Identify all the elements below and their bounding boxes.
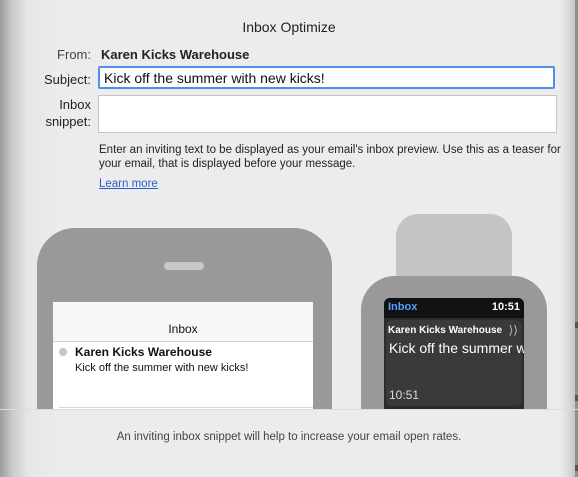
phone-preview: Inbox Karen Kicks Warehouse Kick off the… xyxy=(37,228,332,410)
phone-subject: Kick off the summer with new kicks! xyxy=(75,362,249,374)
phone-list-divider xyxy=(59,407,313,408)
phone-speaker xyxy=(164,262,204,270)
learn-more-link[interactable]: Learn more xyxy=(99,178,158,190)
double-chevron-right-icon: ⟩⟩ xyxy=(508,323,518,337)
snippet-input[interactable] xyxy=(98,95,557,133)
watch-strap xyxy=(396,214,512,284)
snippet-label: Inbox snippet: xyxy=(30,96,91,130)
watch-status-bar: Inbox 10:51 xyxy=(384,298,524,318)
subject-label: Subject: xyxy=(44,72,91,87)
from-value: Karen Kicks Warehouse xyxy=(101,47,250,62)
snippet-label-line2: snippet: xyxy=(45,114,91,129)
watch-time-bottom: 10:51 xyxy=(389,388,420,402)
window-title: Inbox Optimize xyxy=(242,19,336,35)
snippet-label-line1: Inbox xyxy=(59,97,91,112)
unread-dot-icon xyxy=(59,348,67,356)
watch-time-top: 10:51 xyxy=(491,301,520,313)
watch-sender: Karen Kicks Warehouse xyxy=(388,325,503,336)
footer-text: An inviting inbox snippet will help to i… xyxy=(116,431,462,443)
from-label: From: xyxy=(57,47,91,62)
watch-subject: Kick off the summer w xyxy=(389,340,524,356)
help-text: Enter an inviting text to be displayed a… xyxy=(99,144,561,170)
footer-divider xyxy=(0,409,578,410)
watch-inbox-label: Inbox xyxy=(388,301,418,313)
phone-screen: Inbox Karen Kicks Warehouse Kick off the… xyxy=(53,302,313,410)
phone-nav-title: Inbox xyxy=(168,322,198,336)
phone-nav-bar: Inbox xyxy=(53,302,313,342)
phone-sender: Karen Kicks Warehouse xyxy=(75,345,212,359)
subject-input[interactable]: Kick off the summer with new kicks! xyxy=(98,66,555,89)
watch-screen: Inbox 10:51 Karen Kicks Warehouse ⟩⟩ Kic… xyxy=(384,298,524,410)
